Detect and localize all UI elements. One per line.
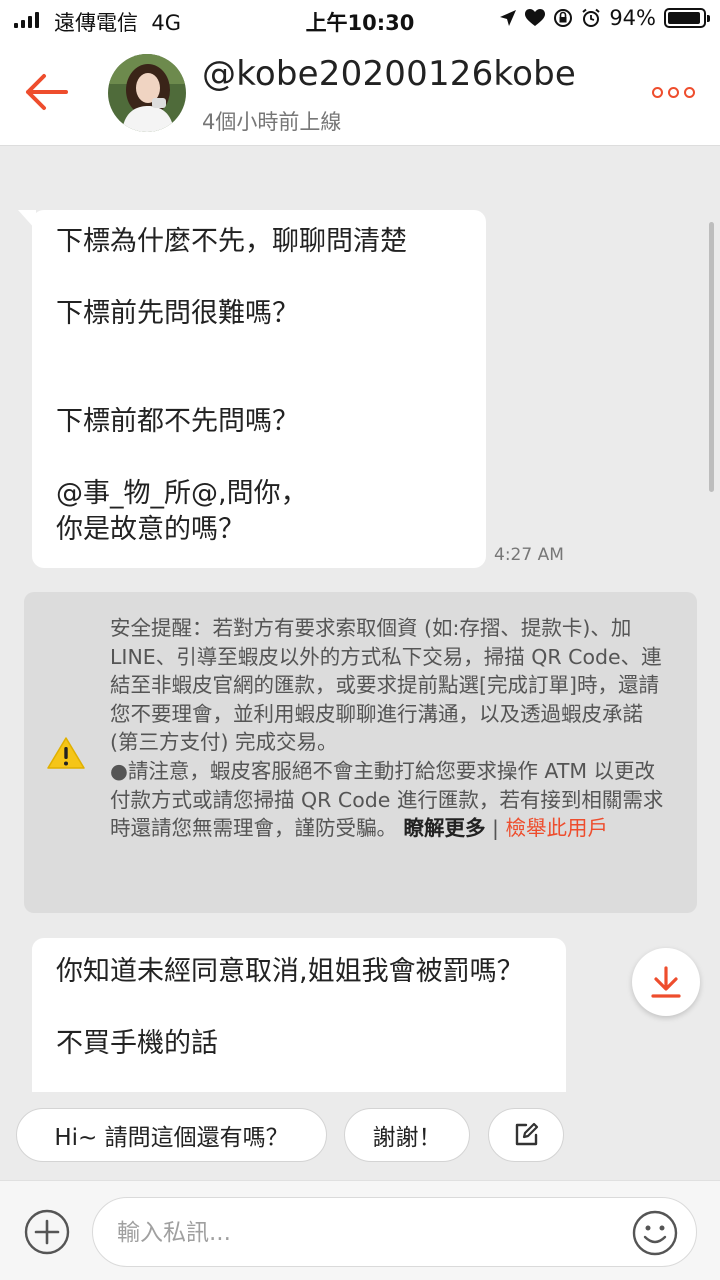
quick-reply-chip[interactable]: 謝謝！ (344, 1108, 470, 1162)
report-user-link[interactable]: 檢舉此用戶 (505, 816, 608, 840)
battery-icon (664, 8, 710, 28)
message-timestamp: 4:27 AM (494, 545, 564, 565)
more-dot-icon (668, 86, 679, 98)
rotation-lock-icon (554, 9, 573, 27)
safety-notice-text: 安全提醒：若對方有要求索取個資 (如:存摺、提款卡)、加 LINE、引導至蝦皮以… (110, 614, 666, 843)
heart-icon (525, 9, 546, 26)
alarm-icon (582, 8, 600, 27)
chat-username[interactable]: @kobe20200126kobe (202, 54, 576, 94)
status-bar: 遠傳電信 4G 上午10:30 94% (0, 0, 720, 40)
scroll-to-bottom-button[interactable] (632, 948, 700, 1016)
learn-more-link[interactable]: 瞭解更多 (404, 816, 486, 840)
quick-reply-chip[interactable]: Hi~ 請問這個還有嗎？ (16, 1108, 327, 1162)
battery-percentage: 94% (609, 6, 656, 30)
link-separator: | (485, 816, 506, 841)
back-button[interactable] (22, 70, 70, 114)
status-icons: 94% (499, 6, 710, 30)
location-arrow-icon (500, 10, 517, 26)
message-text: 你知道未經同意取消,姐姐我會被罰嗎？ 不買手機的話 (56, 956, 524, 1059)
avatar-image (108, 54, 186, 132)
download-arrow-icon (651, 966, 681, 998)
more-dot-icon (652, 86, 663, 98)
quick-replies-bar: Hi~ 請問這個還有嗎？ 謝謝！ (0, 1092, 720, 1180)
message-input-container[interactable] (92, 1197, 697, 1267)
avatar[interactable] (108, 54, 186, 132)
emoji-button[interactable] (632, 1210, 678, 1256)
more-dot-icon (684, 86, 695, 98)
battery-fill (668, 12, 700, 24)
edit-icon (515, 1122, 539, 1146)
last-seen-status: 4個小時前上線 (202, 110, 342, 134)
chat-scrollbar[interactable] (709, 222, 714, 492)
safety-notice: 安全提醒：若對方有要求索取個資 (如:存摺、提款卡)、加 LINE、引導至蝦皮以… (24, 592, 697, 913)
edit-quick-replies-button[interactable] (488, 1108, 564, 1162)
back-arrow-icon (26, 74, 68, 110)
warning-icon (47, 737, 85, 769)
message-bubble[interactable]: 下標為什麼不先，聊聊問清楚 下標前先問很難嗎？ 下標前都不先問嗎？ @事_物_所… (18, 210, 486, 568)
message-bubble[interactable]: 你知道未經同意取消,姐姐我會被罰嗎？ 不買手機的話 (32, 938, 566, 1092)
add-attachment-button[interactable] (24, 1209, 70, 1255)
chat-header: @kobe20200126kobe 4個小時前上線 (0, 40, 720, 146)
more-options-button[interactable] (652, 82, 696, 102)
message-input[interactable] (117, 1212, 617, 1254)
message-text: 下標為什麼不先，聊聊問清楚 下標前先問很難嗎？ 下標前都不先問嗎？ @事_物_所… (56, 226, 407, 545)
message-input-bar (0, 1180, 720, 1280)
safety-notice-body: 安全提醒：若對方有要求索取個資 (如:存摺、提款卡)、加 LINE、引導至蝦皮以… (110, 616, 664, 841)
